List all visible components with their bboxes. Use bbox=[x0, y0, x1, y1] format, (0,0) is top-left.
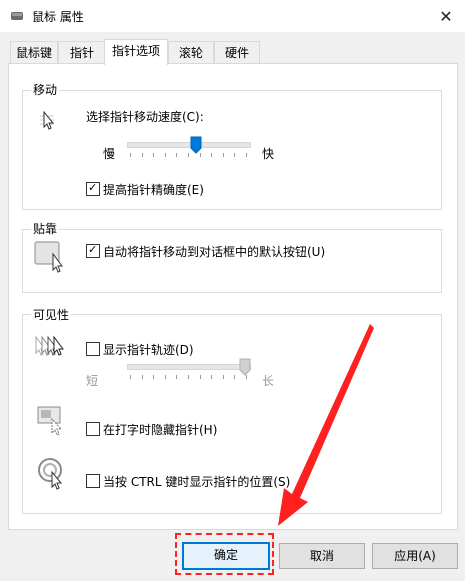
pointer-trails-label: 显示指针轨迹(D) bbox=[103, 343, 194, 357]
slider-thumb[interactable] bbox=[190, 136, 202, 154]
slider-tick bbox=[130, 153, 131, 157]
pointer-trails-checkbox[interactable] bbox=[86, 342, 100, 356]
snap-group bbox=[22, 229, 442, 293]
enhance-precision-checkbox[interactable] bbox=[86, 181, 100, 196]
snap-to-default-checkbox[interactable] bbox=[86, 243, 100, 258]
trail-length-slider[interactable] bbox=[127, 358, 251, 384]
slider-thumb[interactable] bbox=[239, 358, 251, 376]
slider-tick bbox=[153, 375, 154, 379]
slider-tick bbox=[142, 153, 143, 157]
tab-label: 指针 bbox=[69, 46, 94, 60]
close-button[interactable]: ✕ bbox=[432, 2, 460, 30]
show-location-icon bbox=[38, 458, 63, 490]
slider-tick bbox=[200, 375, 201, 379]
hide-while-typing-icon bbox=[37, 406, 63, 436]
snap-to-default-label: 自动将指针移动到对话框中的默认按钮(U) bbox=[103, 245, 326, 259]
tab-pointer-options[interactable]: 指针选项 bbox=[104, 39, 168, 65]
slider-tick bbox=[165, 153, 166, 157]
slider-tick bbox=[246, 153, 247, 157]
visibility-group-label: 可见性 bbox=[31, 306, 72, 323]
show-location-label: 当按 CTRL 键时显示指针的位置(S) bbox=[103, 475, 291, 489]
tab-pointers[interactable]: 指针 bbox=[58, 41, 106, 64]
slider-tick bbox=[153, 153, 154, 157]
tab-label: 滚轮 bbox=[178, 46, 203, 60]
slider-tick bbox=[165, 375, 166, 379]
slider-tick bbox=[188, 375, 189, 379]
short-label: 短 bbox=[86, 374, 99, 388]
slider-tick bbox=[211, 153, 212, 157]
pointer-speed-slider[interactable] bbox=[127, 136, 251, 162]
snap-to-button-icon bbox=[34, 241, 63, 273]
mouse-properties-icon bbox=[11, 12, 23, 20]
slider-tick bbox=[223, 153, 224, 157]
hide-while-typing-checkbox[interactable] bbox=[86, 422, 100, 436]
apply-button-label: 应用(A) bbox=[394, 549, 436, 563]
hide-while-typing-label: 在打字时隐藏指针(H) bbox=[103, 423, 218, 437]
slow-label: 慢 bbox=[103, 147, 116, 161]
pointer-trails-icon bbox=[35, 335, 64, 356]
show-location-checkbox[interactable] bbox=[86, 474, 100, 488]
speed-label: 选择指针移动速度(C): bbox=[86, 110, 204, 124]
annotation-arrow bbox=[278, 324, 374, 526]
slider-tick bbox=[130, 375, 131, 379]
snap-group-label: 贴靠 bbox=[31, 220, 60, 237]
slider-tick bbox=[211, 375, 212, 379]
tab-label: 指针选项 bbox=[111, 44, 160, 58]
slider-tick bbox=[188, 153, 189, 157]
highlight-box bbox=[175, 533, 274, 575]
slider-tick bbox=[234, 153, 235, 157]
apply-button[interactable]: 应用(A) bbox=[372, 543, 458, 569]
slider-tick bbox=[176, 153, 177, 157]
motion-group-label: 移动 bbox=[31, 81, 60, 98]
tab-buttons[interactable]: 鼠标键 bbox=[10, 41, 58, 64]
slider-track bbox=[127, 364, 251, 370]
tab-wheel[interactable]: 滚轮 bbox=[168, 41, 214, 64]
enhance-precision-label: 提高指针精确度(E) bbox=[103, 183, 204, 197]
slider-tick bbox=[234, 375, 235, 379]
cancel-button-label: 取消 bbox=[309, 549, 334, 563]
tab-label: 鼠标键 bbox=[15, 46, 52, 60]
title-bar: 鼠标 属性 ✕ bbox=[0, 0, 465, 32]
tab-hardware[interactable]: 硬件 bbox=[214, 41, 260, 64]
pointer-speed-icon bbox=[40, 110, 55, 130]
slider-tick bbox=[176, 375, 177, 379]
window-title: 鼠标 属性 bbox=[32, 10, 84, 24]
tab-label: 硬件 bbox=[224, 46, 249, 60]
slider-tick bbox=[142, 375, 143, 379]
fast-label: 快 bbox=[262, 147, 275, 161]
close-icon: ✕ bbox=[439, 7, 453, 26]
cancel-button[interactable]: 取消 bbox=[279, 543, 365, 569]
slider-track bbox=[127, 142, 251, 148]
slider-tick bbox=[223, 375, 224, 379]
